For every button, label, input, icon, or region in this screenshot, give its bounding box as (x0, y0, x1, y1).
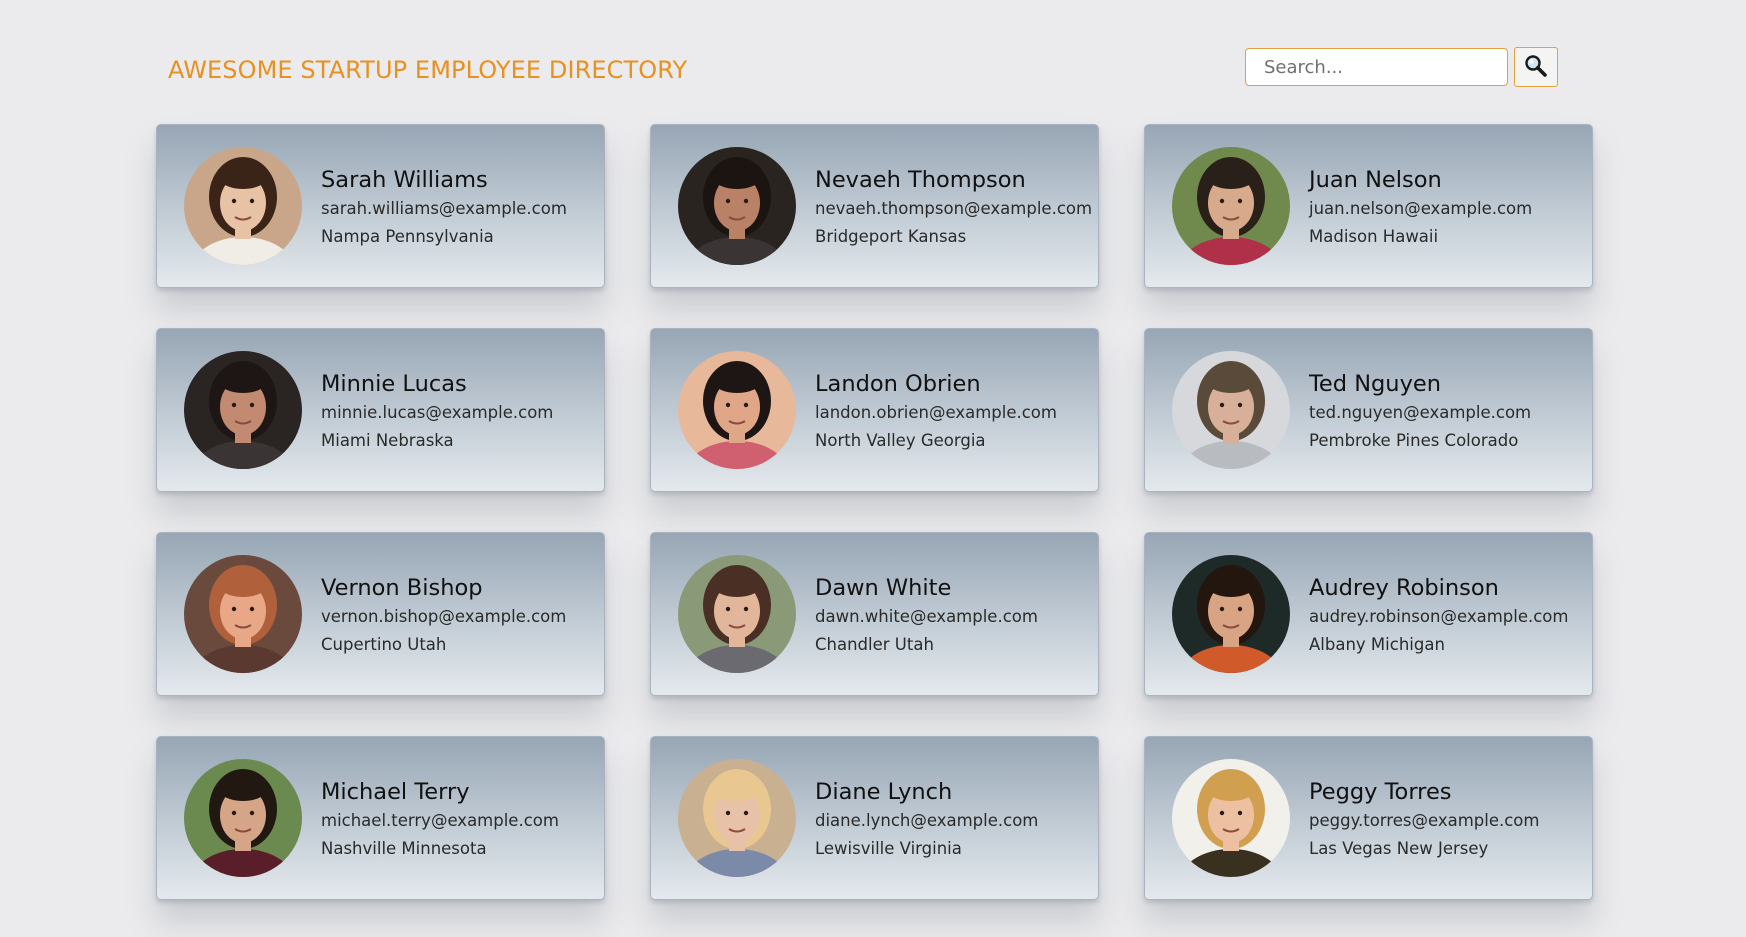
employee-card[interactable]: Vernon Bishop vernon.bishop@example.com Cu… (156, 532, 605, 696)
employee-avatar (1172, 555, 1290, 673)
employee-info: Juan Nelson juan.nelson@example.com Madiso… (1309, 165, 1532, 251)
employee-location: Cupertino Utah (321, 635, 447, 654)
employee-email: landon.obrien@example.com (815, 403, 1057, 422)
employee-card[interactable]: Dawn White dawn.white@example.com Chandler… (650, 532, 1099, 696)
employee-location: Madison Hawaii (1309, 227, 1439, 246)
employee-avatar (678, 351, 796, 469)
employee-avatar (184, 351, 302, 469)
magnifier-icon (1524, 54, 1548, 81)
employee-name: Vernon Bishop (321, 575, 483, 601)
employee-location: Las Vegas New Jersey (1309, 839, 1489, 858)
employee-name: Diane Lynch (815, 779, 953, 805)
employee-email: vernon.bishop@example.com (321, 607, 567, 626)
employee-name: Minnie Lucas (321, 371, 467, 397)
employee-avatar (184, 147, 302, 265)
employee-avatar (184, 555, 302, 673)
employee-name: Juan Nelson (1309, 167, 1442, 193)
employee-name: Landon Obrien (815, 371, 981, 397)
employee-email: sarah.williams@example.com (321, 199, 567, 218)
employee-avatar (1172, 759, 1290, 877)
employee-card[interactable]: Minnie Lucas minnie.lucas@example.com Miam… (156, 328, 605, 492)
employee-name: Ted Nguyen (1309, 371, 1441, 397)
employee-name: Michael Terry (321, 779, 470, 805)
employee-info: Michael Terry michael.terry@example.com Na… (321, 777, 559, 863)
employee-email: peggy.torres@example.com (1309, 811, 1540, 830)
employee-info: Nevaeh Thompson nevaeh.thompson@example.c… (815, 165, 1092, 251)
employee-card[interactable]: Landon Obrien landon.obrien@example.com No… (650, 328, 1099, 492)
employee-info: Ted Nguyen ted.nguyen@example.com Pembroke… (1309, 369, 1531, 455)
employee-location: Nampa Pennsylvania (321, 227, 494, 246)
employee-card[interactable]: Nevaeh Thompson nevaeh.thompson@example.c… (650, 124, 1099, 288)
employee-location: North Valley Georgia (815, 431, 986, 450)
employee-info: Vernon Bishop vernon.bishop@example.com Cu… (321, 573, 566, 659)
employee-name: Sarah Williams (321, 167, 488, 193)
employee-avatar (678, 759, 796, 877)
employee-info: Sarah Williams sarah.williams@example.com… (321, 165, 567, 251)
employee-name: Peggy Torres (1309, 779, 1452, 805)
employee-location: Pembroke Pines Colorado (1309, 431, 1519, 450)
employee-avatar (678, 555, 796, 673)
employee-location: Bridgeport Kansas (815, 227, 967, 246)
search-bar (1245, 47, 1558, 87)
employee-card[interactable]: Diane Lynch diane.lynch@example.com Lewisv… (650, 736, 1099, 900)
employee-name: Nevaeh Thompson (815, 167, 1026, 193)
employee-email: juan.nelson@example.com (1309, 199, 1533, 218)
employee-avatar (678, 147, 796, 265)
employee-info: Landon Obrien landon.obrien@example.com No… (815, 369, 1057, 455)
employee-email: audrey.robinson@example.com (1309, 607, 1569, 626)
employee-info: Diane Lynch diane.lynch@example.com Lewisv… (815, 777, 1038, 863)
employee-email: diane.lynch@example.com (815, 811, 1039, 830)
employee-card[interactable]: Sarah Williams sarah.williams@example.com… (156, 124, 605, 288)
employee-card[interactable]: Juan Nelson juan.nelson@example.com Madiso… (1144, 124, 1593, 288)
employee-info: Dawn White dawn.white@example.com Chandler… (815, 573, 1038, 659)
employee-email: minnie.lucas@example.com (321, 403, 554, 422)
employee-email: ted.nguyen@example.com (1309, 403, 1532, 422)
search-button[interactable] (1514, 47, 1558, 87)
employee-location: Chandler Utah (815, 635, 934, 654)
search-input[interactable] (1245, 48, 1508, 86)
employee-info: Peggy Torres peggy.torres@example.com Las … (1309, 777, 1539, 863)
employee-info: Audrey Robinson audrey.robinson@example.c… (1309, 573, 1568, 659)
employee-info: Minnie Lucas minnie.lucas@example.com Miam… (321, 369, 553, 455)
employee-location: Albany Michigan (1309, 635, 1445, 654)
employee-avatar (184, 759, 302, 877)
employee-location: Nashville Minnesota (321, 839, 487, 858)
employee-email: nevaeh.thompson@example.com (815, 199, 1093, 218)
employee-card[interactable]: Peggy Torres peggy.torres@example.com Las … (1144, 736, 1593, 900)
employee-location: Lewisville Virginia (815, 839, 962, 858)
employee-card[interactable]: Michael Terry michael.terry@example.com Na… (156, 736, 605, 900)
employee-email: michael.terry@example.com (321, 811, 559, 830)
employee-email: dawn.white@example.com (815, 607, 1038, 626)
employee-name: Audrey Robinson (1309, 575, 1499, 601)
employee-location: Miami Nebraska (321, 431, 454, 450)
employee-card[interactable]: Ted Nguyen ted.nguyen@example.com Pembroke… (1144, 328, 1593, 492)
employee-avatar (1172, 147, 1290, 265)
employee-name: Dawn White (815, 575, 952, 601)
employee-card[interactable]: Audrey Robinson audrey.robinson@example.c… (1144, 532, 1593, 696)
employee-grid: Sarah Williams sarah.williams@example.com… (156, 124, 1593, 900)
employee-avatar (1172, 351, 1290, 469)
page-title: AWESOME STARTUP EMPLOYEE DIRECTORY (168, 56, 688, 84)
